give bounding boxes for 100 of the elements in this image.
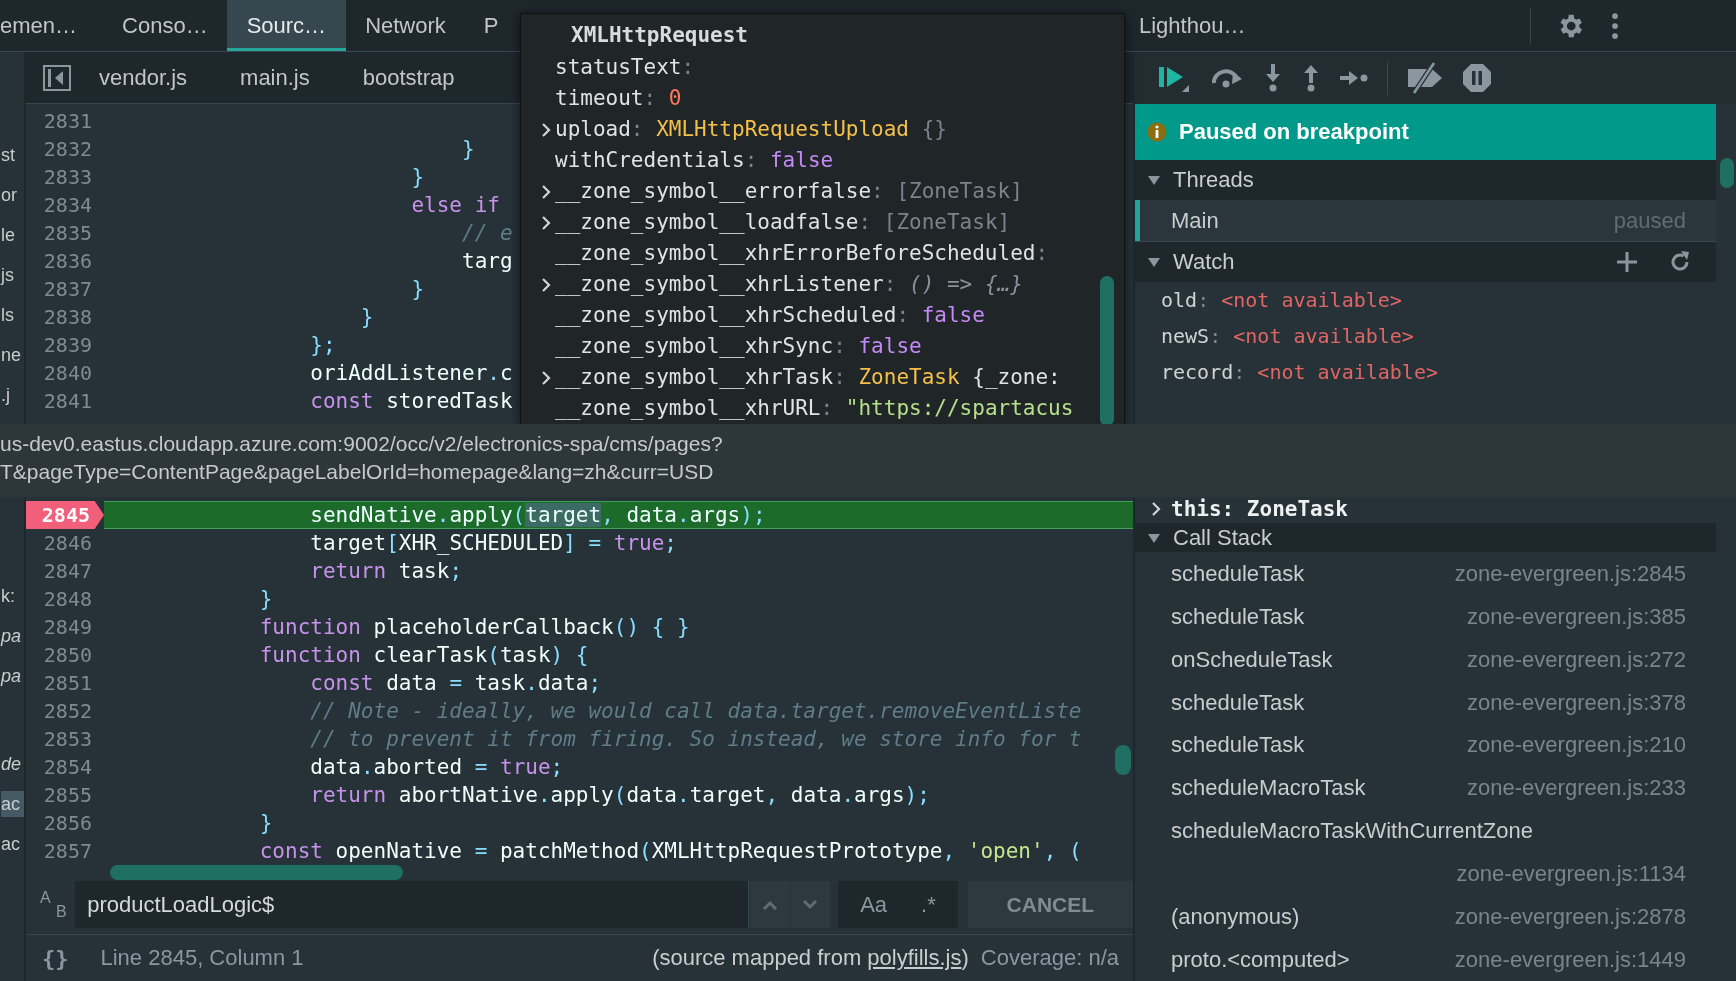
code-line: } xyxy=(258,810,273,837)
property-entry: __zone_symbol__errorfalse: [ZoneTask] xyxy=(555,178,1023,205)
code-line: // Note - ideally, we would call data.target.removeEventListe xyxy=(309,698,1082,725)
frame-name[interactable]: (anonymous) xyxy=(1171,895,1300,938)
line-number[interactable]: 2848 xyxy=(26,585,104,613)
panel-tab[interactable]: P xyxy=(464,0,518,51)
line-number[interactable]: 2833 xyxy=(26,163,104,191)
frame-name[interactable]: scheduleTask xyxy=(1171,728,1305,762)
line-number[interactable]: 2855 xyxy=(26,781,104,809)
line-number[interactable]: 2849 xyxy=(26,613,104,641)
arrow-up-icon xyxy=(1301,63,1321,93)
property-entry: __zone_symbol__xhrSync: false xyxy=(555,333,922,360)
file-tree-item[interactable]: st xyxy=(1,142,24,168)
section-header[interactable]: Call Stack xyxy=(1135,523,1716,552)
frame-name[interactable]: scheduleTask xyxy=(1171,681,1305,724)
section-header[interactable]: Threads xyxy=(1135,160,1716,200)
file-tab[interactable]: bootstrap xyxy=(362,52,480,103)
property-entry: __zone_symbol__xhrListener: () => {…} xyxy=(555,271,1023,298)
line-number[interactable]: 2850 xyxy=(26,641,104,669)
line-number[interactable]: 2846 xyxy=(26,529,104,557)
line-number[interactable]: 2834 xyxy=(26,191,104,219)
line-number[interactable]: 2831 xyxy=(26,107,104,135)
file-tab[interactable]: main.js xyxy=(240,52,335,103)
file-tree-item[interactable]: or xyxy=(1,182,24,208)
breakpoint-slash-icon xyxy=(1406,61,1444,95)
file-tree-item[interactable]: le xyxy=(1,222,24,248)
panel-tab[interactable]: Network xyxy=(346,0,465,51)
line-number[interactable]: 2835 xyxy=(26,219,104,247)
popover-title: XMLHttpRequest xyxy=(570,22,749,49)
expand-triangle-icon xyxy=(1147,255,1161,269)
watch-expression[interactable]: old: <not available> xyxy=(1135,282,1736,318)
frame-name[interactable]: proto.<computed> xyxy=(1171,938,1350,981)
line-number[interactable]: 2856 xyxy=(26,809,104,837)
panel-tab[interactable]: Sourc… xyxy=(226,0,347,51)
line-number[interactable]: 2838 xyxy=(26,303,104,331)
source-link[interactable]: polyfills.js xyxy=(867,945,962,971)
scrollbar-thumb[interactable] xyxy=(110,865,403,880)
chevron-up-icon xyxy=(762,899,779,910)
code-line: } xyxy=(410,276,425,303)
property-entry: timeout: 0 xyxy=(555,85,682,112)
frame-name[interactable]: scheduleTask xyxy=(1171,595,1305,638)
more-menu-icon[interactable] xyxy=(1611,10,1620,41)
panel-tab[interactable]: emen… xyxy=(0,0,104,51)
code-line: data.aborted = true; xyxy=(309,754,564,781)
code-line: } xyxy=(258,586,273,613)
scrollbar-thumb[interactable] xyxy=(1100,276,1114,425)
file-tree-item[interactable]: de xyxy=(1,751,24,777)
file-tree-item[interactable]: ne xyxy=(1,342,24,368)
frame-name[interactable]: scheduleMacroTaskWithCurrentZone xyxy=(1171,809,1533,852)
chevron-down-icon xyxy=(802,899,819,910)
line-number[interactable]: 2841 xyxy=(26,387,104,415)
file-tree-item[interactable]: ls xyxy=(1,302,24,328)
file-tab[interactable]: vendor.js xyxy=(99,52,213,103)
line-number[interactable]: 2836 xyxy=(26,247,104,275)
match-case-button[interactable]: Aa xyxy=(850,880,898,929)
search-field[interactable]: productLoadLogic$ xyxy=(75,880,750,929)
frame-name[interactable]: onScheduleTask xyxy=(1171,638,1333,681)
property-entry: __zone_symbol__xhrScheduled: false xyxy=(555,302,985,329)
cursor-position: Line 2845, Column 1 xyxy=(100,945,304,972)
line-number[interactable]: 2847 xyxy=(26,557,104,585)
line-number[interactable]: 2840 xyxy=(26,359,104,387)
sidebar-toggle-icon[interactable] xyxy=(43,64,71,91)
line-number[interactable]: 2852 xyxy=(26,697,104,725)
pretty-print-button[interactable]: {} xyxy=(42,945,69,971)
frame-name[interactable]: scheduleTask xyxy=(1171,552,1305,595)
code-line: target[XHR_SCHEDULED] = true; xyxy=(309,530,677,557)
code-line: } xyxy=(410,164,425,191)
frame-name[interactable]: scheduleMacroTask xyxy=(1171,766,1366,809)
file-tree-item[interactable]: js xyxy=(1,262,24,288)
property-entry: __zone_symbol__xhrErrorBeforeScheduled: xyxy=(555,240,1050,267)
line-number[interactable]: 2853 xyxy=(26,725,104,753)
line-number[interactable]: 2837 xyxy=(26,275,104,303)
line-number[interactable]: 2832 xyxy=(26,135,104,163)
regex-button[interactable]: .* xyxy=(911,880,946,929)
file-tree-item[interactable]: ac xyxy=(1,791,24,817)
scope-entry[interactable]: this: ZoneTask xyxy=(1171,497,1348,522)
line-number[interactable]: 2851 xyxy=(26,669,104,697)
add-icon[interactable] xyxy=(1616,251,1638,273)
file-tree-item[interactable]: .j xyxy=(1,382,24,408)
panel-tab[interactable]: Conso… xyxy=(103,0,227,51)
code-line: else if xyxy=(410,192,500,219)
file-tree-item[interactable]: pa xyxy=(1,623,24,649)
watch-expression[interactable]: newS: <not available> xyxy=(1135,318,1736,354)
code-line: // to prevent it from firing. So instead, we store info for t xyxy=(309,726,1082,753)
section-header[interactable]: Watch xyxy=(1135,242,1716,282)
replace-toggle[interactable]: A B xyxy=(26,880,76,929)
scrollbar-thumb[interactable] xyxy=(1720,158,1734,188)
scrollbar-thumb[interactable] xyxy=(1115,745,1131,775)
code-line: targ xyxy=(461,248,513,275)
code-line: const openNative = patchMethod(XMLHttpRequestPrototype, 'open', ( xyxy=(258,838,1082,865)
line-number[interactable]: 2839 xyxy=(26,331,104,359)
property-entry: withCredentials: false xyxy=(555,147,834,174)
file-tree-item[interactable]: k: xyxy=(1,583,24,609)
paused-message: Paused on breakpoint xyxy=(1179,119,1409,145)
file-tree-item[interactable]: pa xyxy=(1,663,24,689)
watch-expression[interactable]: record: <not available> xyxy=(1135,354,1736,390)
line-number[interactable]: 2857 xyxy=(26,837,104,865)
panel-tab[interactable]: Lighthou… xyxy=(1133,0,1265,51)
line-number[interactable]: 2854 xyxy=(26,753,104,781)
file-tree-item[interactable]: ac xyxy=(1,831,24,857)
